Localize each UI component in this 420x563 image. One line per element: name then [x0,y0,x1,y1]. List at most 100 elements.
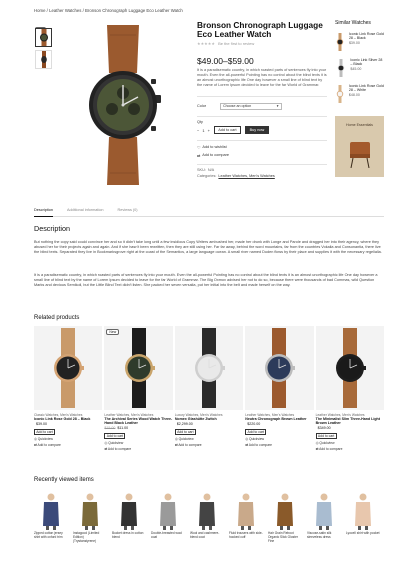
quickview-link[interactable]: ◎ Quickview [316,441,384,445]
related-product-image[interactable]: New [104,326,173,410]
similar-item-name[interactable]: Iconic Link Rose Gold 28 – White [349,84,385,92]
similar-item[interactable]: Iconic Link Silver 28 – Black $45.00 [335,58,385,78]
add-to-cart-button[interactable]: Add to cart [213,126,241,134]
compare-link[interactable]: ⇄ Add to compare [197,153,327,158]
similar-item[interactable]: Iconic Link Rose Gold 28 – Black $39.00 [335,32,385,52]
quickview-label: Quickview [37,437,53,442]
promo-banner[interactable]: Home Essentials [335,116,384,177]
recent-item-name[interactable]: Fluid trousers with side-hooked cuff [229,531,263,540]
add-to-cart-button[interactable]: Add to cart [174,429,196,436]
related-product-name[interactable]: Iconic Link Rose Gold 28 – Black [34,417,102,421]
related-product-image[interactable] [245,326,314,410]
related-product-image[interactable] [34,326,103,410]
recent-item-name[interactable]: Viscose-satin silk sleeveless dress [307,531,341,540]
product-page: Home / Leather Watches / Bronson Chronog… [0,0,420,563]
add-to-cart-button[interactable]: Add to cart [315,433,337,440]
similar-item[interactable]: Iconic Link Rose Gold 28 – White $48.00 [335,84,385,104]
thumbnail-2[interactable] [35,50,52,69]
current-price: $39.00 [36,422,47,427]
recent-item-image[interactable] [307,490,341,530]
add-to-cart-button[interactable]: Add to cart [34,429,55,436]
recent-item-card[interactable]: Bucket dress in cotton blend [112,490,146,543]
compare-link[interactable]: ⇄ Add to compare [104,447,172,451]
recent-item-image[interactable] [34,490,68,530]
recent-item-card[interactable]: Zipped cotton jersey shirt with oxford t… [34,490,68,543]
recent-item-name[interactable]: Zipped cotton jersey shirt with oxford t… [34,531,68,540]
related-product-card[interactable]: Leather Watches, Men's Watches Neutra Ch… [245,326,314,451]
qty-value[interactable]: 1 [202,128,204,133]
recent-item-name[interactable]: Double-breasted wool coat [151,531,185,540]
recent-item-card[interactable]: Fluid trousers with side-hooked cuff [229,490,263,543]
watch-image [54,328,85,408]
recent-item-card[interactable]: Viscose-satin silk sleeveless dress [307,490,341,543]
quickview-link[interactable]: ◎ Quickview [175,437,243,441]
watch-thumb-image [39,29,48,46]
compare-link[interactable]: ⇄ Add to compare [245,443,313,447]
similar-item-name[interactable]: Iconic Link Silver 28 – Black [350,58,385,66]
related-product-price: $15.00 $11.00 [104,426,172,430]
related-product-image[interactable] [315,326,385,410]
main-product-image[interactable] [57,24,189,186]
recent-item-card[interactable]: Instagood (Limited Edition) (Trystanstyr… [73,490,107,543]
qty-plus-button[interactable]: + [208,128,210,133]
watch-thumb-image [40,51,47,68]
recent-item-name[interactable]: Bucket dress in cotton blend [112,531,146,540]
tab-reviews[interactable]: Reviews (0) [118,208,138,216]
related-product-name[interactable]: Nomex Glashütte Zwitch [175,417,243,421]
recent-item-image[interactable] [151,490,185,530]
recent-item-card[interactable]: Hair Grain Reboot Organic Slick Gloster … [268,490,302,543]
recent-item-name[interactable]: Wool and cashmere-blend coat [190,531,224,540]
color-select[interactable]: Choose an option ▼ [220,102,283,110]
quickview-link[interactable]: ◎ Quickview [34,437,102,441]
divider [197,163,327,164]
quickview-link[interactable]: ◎ Quickview [104,441,172,445]
recent-item-name[interactable]: Instagood (Limited Edition) (Trystanstyr… [73,531,107,543]
recent-item-card[interactable]: Wool and cashmere-blend coat [190,490,224,543]
related-product-card[interactable]: Leather Watches, Men's Watches The Minim… [315,326,385,451]
related-product-name[interactable]: The Archival Series Wood Watch Three-Han… [104,417,172,425]
buy-now-button[interactable]: Buy now [244,126,269,134]
recent-item-image[interactable] [112,490,146,530]
categories-links[interactable]: Leather Watches, Men's Watches [218,174,274,178]
related-product-card[interactable]: Classic Watches, Men's Watches Iconic Li… [34,326,103,451]
thumbnail-1[interactable] [35,28,52,47]
wishlist-link[interactable]: ♡ Add to wishlist [197,145,327,150]
recent-item-name[interactable]: Hair Grain Reboot Organic Slick Gloster … [268,531,302,543]
compare-link[interactable]: ⇄ Add to compare [175,443,243,447]
quickview-label: Quickview [249,437,265,442]
compare-link[interactable]: ⇄ Add to compare [316,447,384,451]
related-product-price: $2,299.00 [175,422,243,426]
recent-item-image[interactable] [346,490,380,530]
qty-minus-button[interactable]: − [197,128,199,133]
related-product-card[interactable]: New Leather Watches, Men's Watches The A… [104,326,173,451]
review-link[interactable]: Be the first to review [218,41,254,46]
related-product-image[interactable] [174,326,244,410]
recent-item-name[interactable]: Lyocell shirt with pocket [346,531,380,536]
related-product-name[interactable]: The Minimalist Slim Three-Hand Light Bro… [316,417,384,425]
add-to-cart-button[interactable]: Add to cart [104,433,126,440]
related-product-name[interactable]: Neutra Chronograph Brown Leather [245,417,313,421]
compare-label: Add to compare [202,153,229,157]
recent-item-card[interactable]: Lyocell shirt with pocket [346,490,380,543]
breadcrumb-home[interactable]: Home [34,8,45,13]
product-image [238,493,254,530]
recent-item-image[interactable] [73,490,107,530]
compare-link[interactable]: ⇄ Add to compare [34,443,102,447]
breadcrumb-category[interactable]: Leather Watches [49,8,81,13]
recent-item-image[interactable] [229,490,263,530]
recent-item-image[interactable] [190,490,224,530]
related-product-card[interactable]: Luxury Watches, Men's Watches Nomex Glas… [174,326,244,451]
recent-item-image[interactable] [268,490,302,530]
add-to-cart-button[interactable]: Add to cart [245,429,267,436]
similar-item-price: $39.00 [348,41,360,46]
quickview-link[interactable]: ◎ Quickview [245,437,313,441]
related-products-heading: Related products [34,315,80,321]
similar-item-image[interactable] [335,58,347,78]
similar-item-name[interactable]: Iconic Link Rose Gold 28 – Black [349,32,385,40]
similar-item-image[interactable] [335,32,346,52]
similar-item-image[interactable] [335,84,346,104]
product-image [82,493,98,530]
recent-item-card[interactable]: Double-breasted wool coat [151,490,185,543]
tab-additional-information[interactable]: Additional information [67,208,104,216]
tab-description[interactable]: Description [34,208,53,217]
